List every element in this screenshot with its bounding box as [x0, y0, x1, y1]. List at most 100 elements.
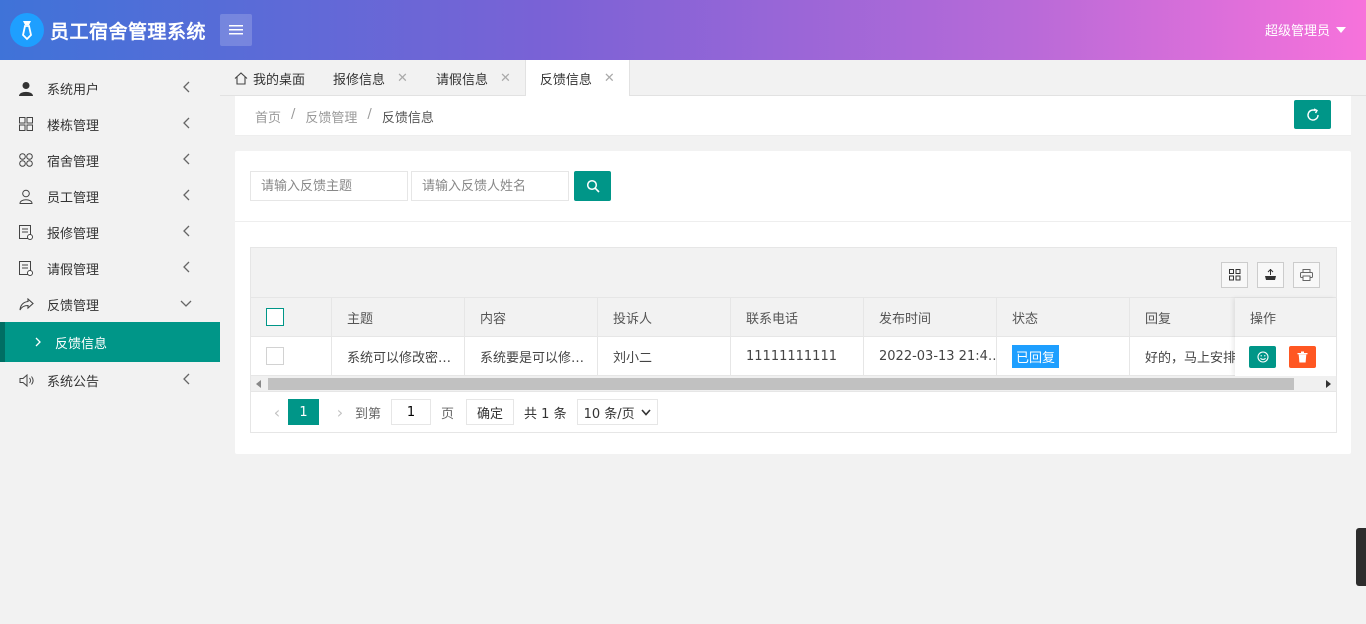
- floating-side-widget[interactable]: [1356, 528, 1366, 586]
- sidebar-item-system-users[interactable]: 系统用户: [0, 70, 220, 106]
- menu-toggle-button[interactable]: [220, 14, 252, 46]
- breadcrumb-separator: /: [291, 107, 296, 122]
- cell-complainant: 刘小二: [598, 337, 731, 375]
- export-icon: [1265, 269, 1276, 280]
- print-button[interactable]: [1293, 262, 1320, 288]
- chevron-left-icon: [183, 153, 190, 165]
- horizontal-scrollbar[interactable]: [251, 376, 1336, 392]
- select-all-checkbox[interactable]: [266, 308, 284, 326]
- operations-cell: [1235, 337, 1336, 376]
- sidebar-item-label: 请假管理: [47, 262, 100, 278]
- caret-down-icon: [1336, 26, 1346, 33]
- goto-page-input[interactable]: [391, 399, 432, 425]
- column-header: 操作: [1235, 298, 1336, 337]
- scrollbar-thumb[interactable]: [268, 378, 1294, 390]
- breadcrumb-home[interactable]: 首页: [255, 107, 281, 126]
- delete-button[interactable]: [1289, 345, 1316, 368]
- column-header[interactable]: 状态: [997, 298, 1130, 336]
- clover-icon: [18, 152, 34, 168]
- sidebar-item-announcements[interactable]: 系统公告: [0, 362, 220, 398]
- column-header[interactable]: 内容: [465, 298, 598, 336]
- sidebar-item-buildings[interactable]: 楼栋管理: [0, 106, 220, 142]
- top-header: 员工宿舍管理系统 超级管理员: [0, 0, 1366, 60]
- cell-content: 系统要是可以修…: [465, 337, 598, 375]
- chevron-left-icon: [183, 225, 190, 237]
- close-icon[interactable]: ✕: [397, 71, 408, 86]
- columns-filter-button[interactable]: [1221, 262, 1248, 288]
- goto-confirm-button[interactable]: 确定: [466, 399, 515, 425]
- tab-leave-info[interactable]: 请假信息 ✕: [422, 60, 525, 96]
- tab-label: 请假信息: [435, 72, 488, 88]
- chevron-down-icon: [180, 300, 192, 307]
- sidebar-item-dorms[interactable]: 宿舍管理: [0, 142, 220, 178]
- form-icon: [18, 260, 34, 276]
- subject-search-input[interactable]: [250, 171, 408, 201]
- tabs-bar: 我的桌面 报修信息 ✕ 请假信息 ✕ 反馈信息 ✕: [220, 60, 1366, 97]
- breadcrumb-section[interactable]: 反馈管理: [305, 107, 357, 126]
- sidebar-item-label: 宿舍管理: [47, 154, 100, 170]
- column-header[interactable]: 主题: [332, 298, 465, 336]
- cell-time: 2022-03-13 21:4…: [864, 337, 997, 375]
- sidebar-item-repairs[interactable]: 报修管理: [0, 214, 220, 250]
- page-unit-label: 页: [441, 406, 455, 422]
- close-icon[interactable]: ✕: [604, 71, 615, 86]
- user-menu[interactable]: 超级管理员: [1265, 20, 1346, 39]
- name-search-input[interactable]: [411, 171, 569, 201]
- cell-status: 已回复: [997, 337, 1130, 375]
- app-title: 员工宿舍管理系统: [50, 20, 207, 43]
- next-page-icon[interactable]: ›: [329, 403, 351, 422]
- sidebar-item-employees[interactable]: 员工管理: [0, 178, 220, 214]
- prev-page-icon[interactable]: ‹: [266, 403, 288, 422]
- export-button[interactable]: [1257, 262, 1284, 288]
- cell-reply: 好的，马上安排。: [1145, 350, 1236, 366]
- breadcrumb: 首页 / 反馈管理 / 反馈信息: [255, 107, 434, 126]
- sidebar-subitem-label: 反馈信息: [55, 336, 108, 352]
- tab-feedback-info[interactable]: 反馈信息 ✕: [524, 60, 630, 97]
- refresh-button[interactable]: [1294, 100, 1331, 129]
- scroll-left-arrow-icon[interactable]: [256, 380, 261, 388]
- chevron-right-icon: [35, 337, 41, 347]
- reply-button[interactable]: [1249, 345, 1276, 368]
- share-arrow-icon: [18, 296, 34, 312]
- scroll-right-arrow-icon[interactable]: [1326, 380, 1331, 388]
- chevron-left-icon: [183, 373, 190, 385]
- tab-my-desktop[interactable]: 我的桌面: [220, 60, 319, 96]
- refresh-icon: [1306, 107, 1319, 121]
- sidebar-subitem-feedback-info[interactable]: 反馈信息: [0, 322, 220, 362]
- tab-label: 报修信息: [333, 72, 386, 88]
- tab-label: 反馈信息: [539, 73, 592, 88]
- breadcrumb-separator: /: [367, 107, 372, 122]
- search-icon: [586, 179, 600, 193]
- table-toolbar: [251, 248, 1336, 298]
- page-number-current[interactable]: 1: [288, 399, 319, 425]
- table-row: 系统可以修改密… 系统要是可以修… 刘小二 11111111111 2022-0…: [251, 337, 1336, 376]
- tab-repair-info[interactable]: 报修信息 ✕: [319, 60, 422, 96]
- goto-label: 到第: [355, 406, 382, 422]
- speaker-icon: [18, 372, 34, 388]
- divider: [235, 221, 1351, 222]
- grid-icon: [18, 116, 34, 132]
- content-card: 主题 内容 投诉人 联系电话 发布时间 状态 回复 系统可以修改密… 系统要是可…: [235, 151, 1351, 454]
- row-checkbox[interactable]: [266, 347, 284, 365]
- column-header[interactable]: 发布时间: [864, 298, 997, 336]
- search-button[interactable]: [574, 171, 611, 201]
- print-icon: [1300, 269, 1313, 281]
- cell-subject: 系统可以修改密…: [332, 337, 465, 375]
- close-icon[interactable]: ✕: [500, 71, 511, 86]
- breadcrumb-current: 反馈信息: [381, 111, 434, 126]
- sidebar-item-label: 反馈管理: [47, 298, 100, 314]
- hamburger-icon: [229, 25, 243, 35]
- page-size-select[interactable]: 10 条/页: [576, 399, 658, 425]
- sidebar-item-leave[interactable]: 请假管理: [0, 250, 220, 286]
- logo: 员工宿舍管理系统: [10, 12, 206, 48]
- tie-logo-icon: [10, 13, 44, 47]
- column-header[interactable]: 联系电话: [731, 298, 864, 336]
- column-header[interactable]: 投诉人: [598, 298, 731, 336]
- sidebar-item-feedback[interactable]: 反馈管理: [0, 286, 220, 322]
- home-icon: [234, 71, 248, 85]
- user-name: 超级管理员: [1264, 24, 1330, 39]
- trash-icon: [1297, 351, 1308, 362]
- column-header[interactable]: 回复: [1130, 298, 1236, 336]
- pagination: ‹ 1 › 到第 页 确定 共 1 条 10 条/页: [251, 392, 1336, 432]
- breadcrumb-bar: 首页 / 反馈管理 / 反馈信息: [235, 96, 1351, 136]
